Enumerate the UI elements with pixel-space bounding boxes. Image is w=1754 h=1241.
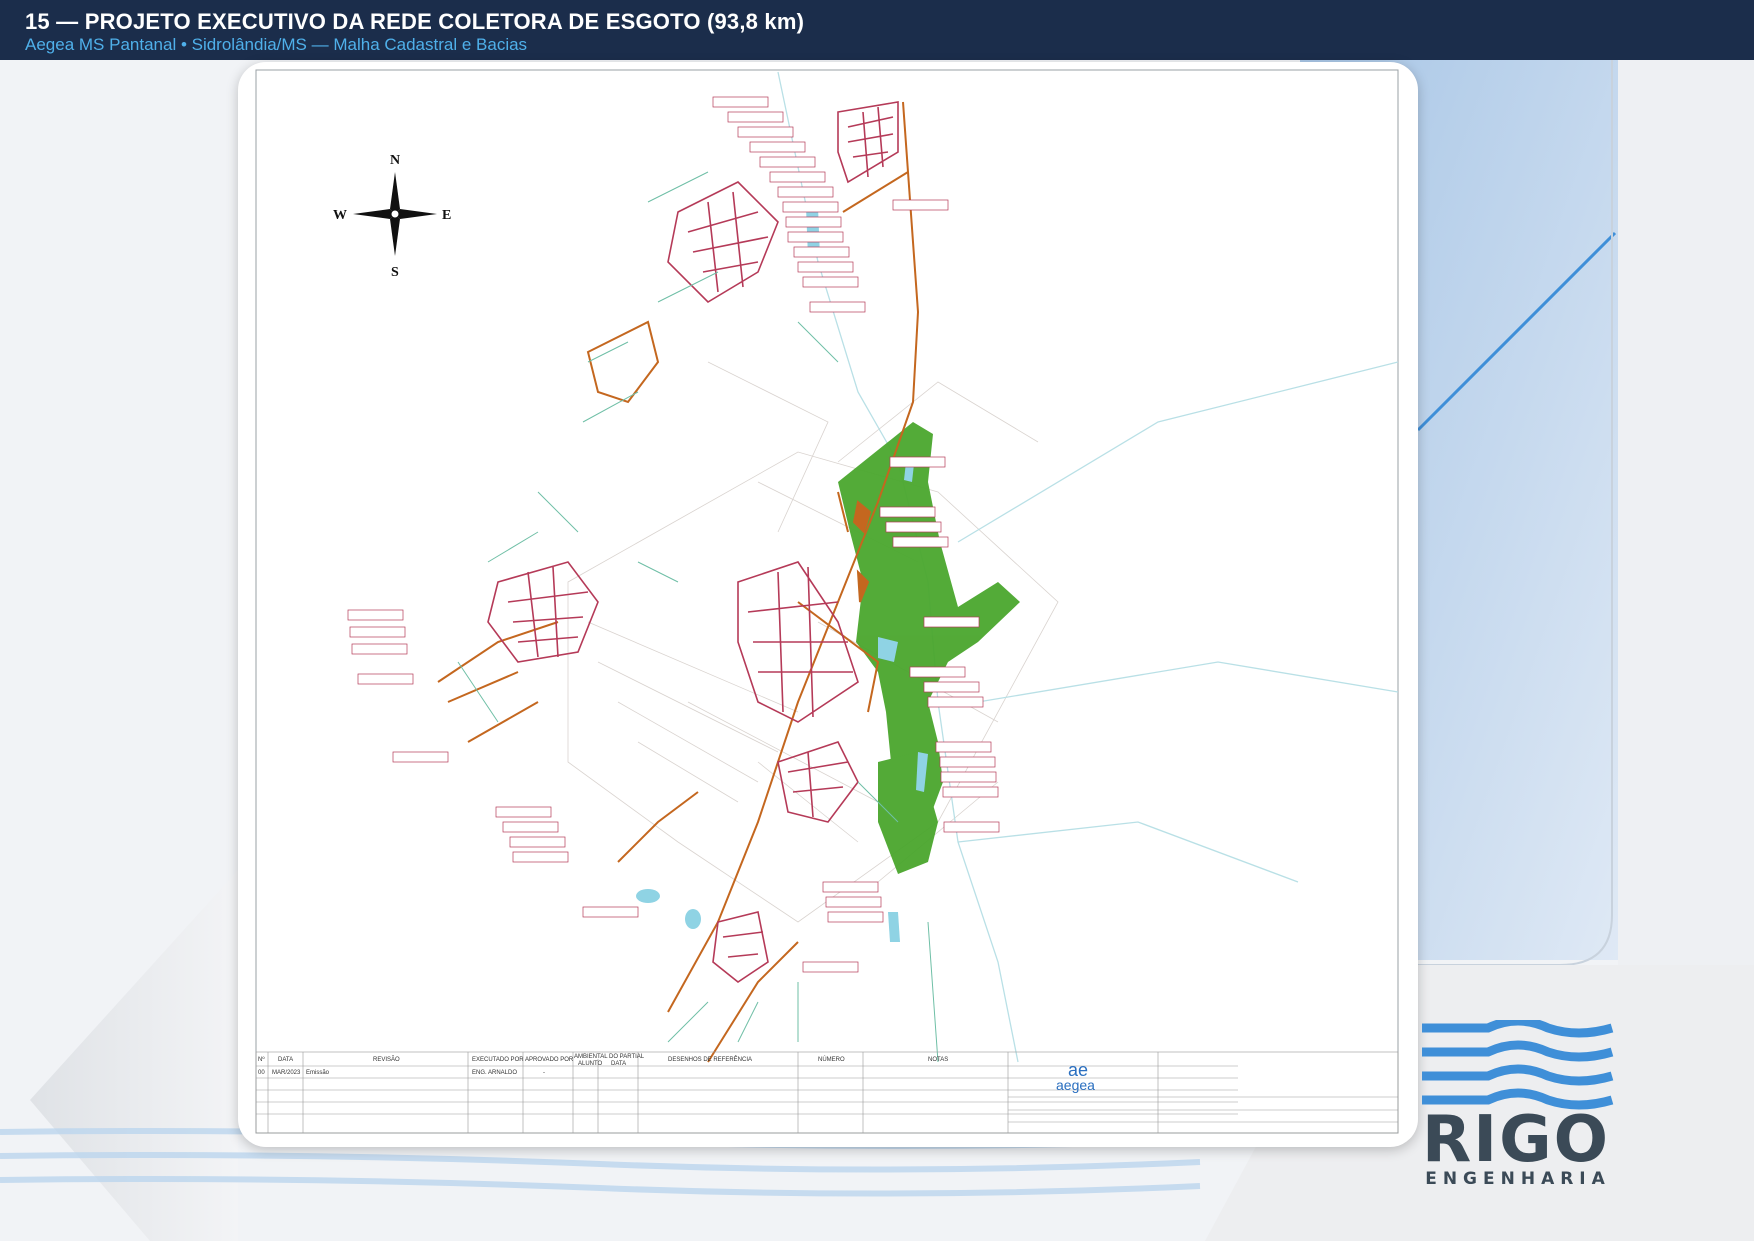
title-block-text: Nº DATA REVISÃO EXECUTADO POR APROVADO P… bbox=[258, 1054, 1095, 1093]
compass-north-label: N bbox=[390, 153, 400, 168]
tb-subheader-date: DATA bbox=[611, 1061, 626, 1067]
tb-header-date: DATA bbox=[278, 1057, 293, 1063]
tb-header-executed-by: EXECUTADO POR bbox=[472, 1057, 524, 1063]
tb-row-executed: ENG. ARNALDO bbox=[472, 1070, 517, 1076]
logo-wordmark: RIGO bbox=[1421, 1103, 1611, 1177]
compass-south-label: S bbox=[391, 265, 399, 280]
logo-tagline: ENGENHARIA bbox=[1425, 1169, 1611, 1189]
compass-west-label: W bbox=[333, 208, 347, 223]
map-card: N S E W Nº DATA REVISÃO EXECUTADO POR AP… bbox=[238, 62, 1418, 1147]
tb-row-no: 00 bbox=[258, 1070, 265, 1076]
sewer-network-map: N S E W Nº DATA REVISÃO EXECUTADO POR AP… bbox=[255, 69, 1399, 1134]
tb-header-number: NÚMERO bbox=[818, 1056, 845, 1063]
header-bar: 15 — PROJETO EXECUTIVO DA REDE COLETORA … bbox=[0, 0, 1754, 60]
drawing-frame bbox=[255, 69, 1399, 1134]
tb-subheader-subject: ALUNTO bbox=[578, 1061, 603, 1067]
page-subtitle: Aegea MS Pantanal • Sidrolândia/MS — Mal… bbox=[25, 35, 528, 54]
logo-waves-icon bbox=[1421, 1020, 1614, 1110]
tb-row-date: MAR/2023 bbox=[272, 1070, 301, 1076]
client-logo-name: aegea bbox=[1056, 1077, 1095, 1093]
compass-east-label: E bbox=[442, 208, 451, 223]
bottom-left-gray-shape bbox=[30, 870, 238, 1241]
tb-row-approved: - bbox=[543, 1070, 545, 1076]
green-areas bbox=[838, 422, 1020, 874]
tb-header-approved-by: APROVADO POR bbox=[525, 1057, 574, 1063]
tb-header-references: DESENHOS DE REFERÊNCIA bbox=[668, 1055, 752, 1063]
tb-header-no: Nº bbox=[258, 1056, 265, 1063]
title-block bbox=[255, 1051, 1399, 1134]
compass-rose: N S E W bbox=[333, 153, 451, 280]
tb-header-revision: REVISÃO bbox=[373, 1056, 400, 1063]
rigo-logo: RIGO ENGENHARIA bbox=[1418, 1020, 1618, 1195]
tb-header-notes: NOTAS bbox=[928, 1057, 948, 1063]
tb-header-environmental: AMBIENTAL DO PARTIAL bbox=[574, 1054, 645, 1060]
page-title: 15 — PROJETO EXECUTIVO DA REDE COLETORA … bbox=[25, 9, 805, 34]
tb-row-revision: Emissão bbox=[306, 1070, 330, 1076]
